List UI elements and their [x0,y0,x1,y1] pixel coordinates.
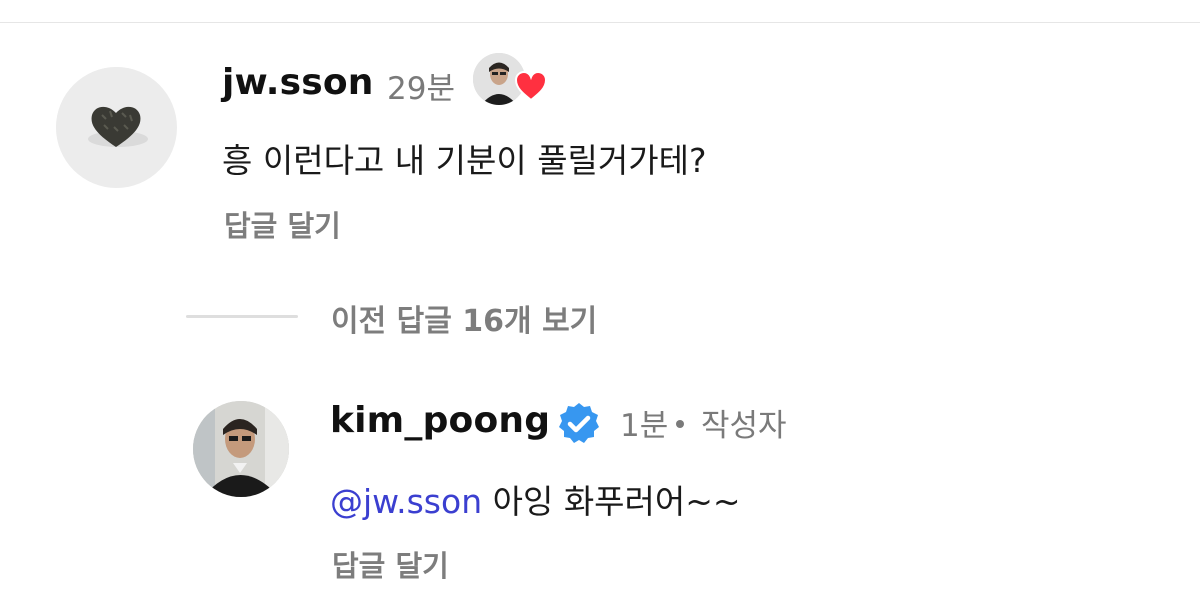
comment-text: @jw.sson 아잉 화푸러어~~ [330,475,741,523]
reply-button[interactable]: 답글 달기 [224,203,341,245]
heart-icon [514,70,548,102]
username[interactable]: jw.sson [222,62,374,103]
comment-text: 흥 이런다고 내 기분이 풀릴거가테? [222,141,707,180]
mention-link[interactable]: @jw.sson [330,482,482,521]
username[interactable]: kim_poong [330,400,550,441]
view-previous-replies-button[interactable]: 이전 답글 16개 보기 [331,296,597,340]
separator-dot [676,420,684,428]
avatar[interactable] [56,67,177,188]
timestamp: 29분 [387,71,455,107]
author-label: 작성자 [701,408,787,444]
reply-button[interactable]: 답글 달기 [332,543,449,585]
timestamp: 1분 [620,408,669,444]
comment-body: 아잉 화푸러어~~ [492,482,741,521]
verified-badge-icon [559,403,599,443]
person-avatar-image [193,401,289,497]
thread-line [186,315,298,318]
heart-avatar-image [56,67,176,187]
top-divider [0,22,1200,23]
avatar[interactable] [193,401,289,497]
